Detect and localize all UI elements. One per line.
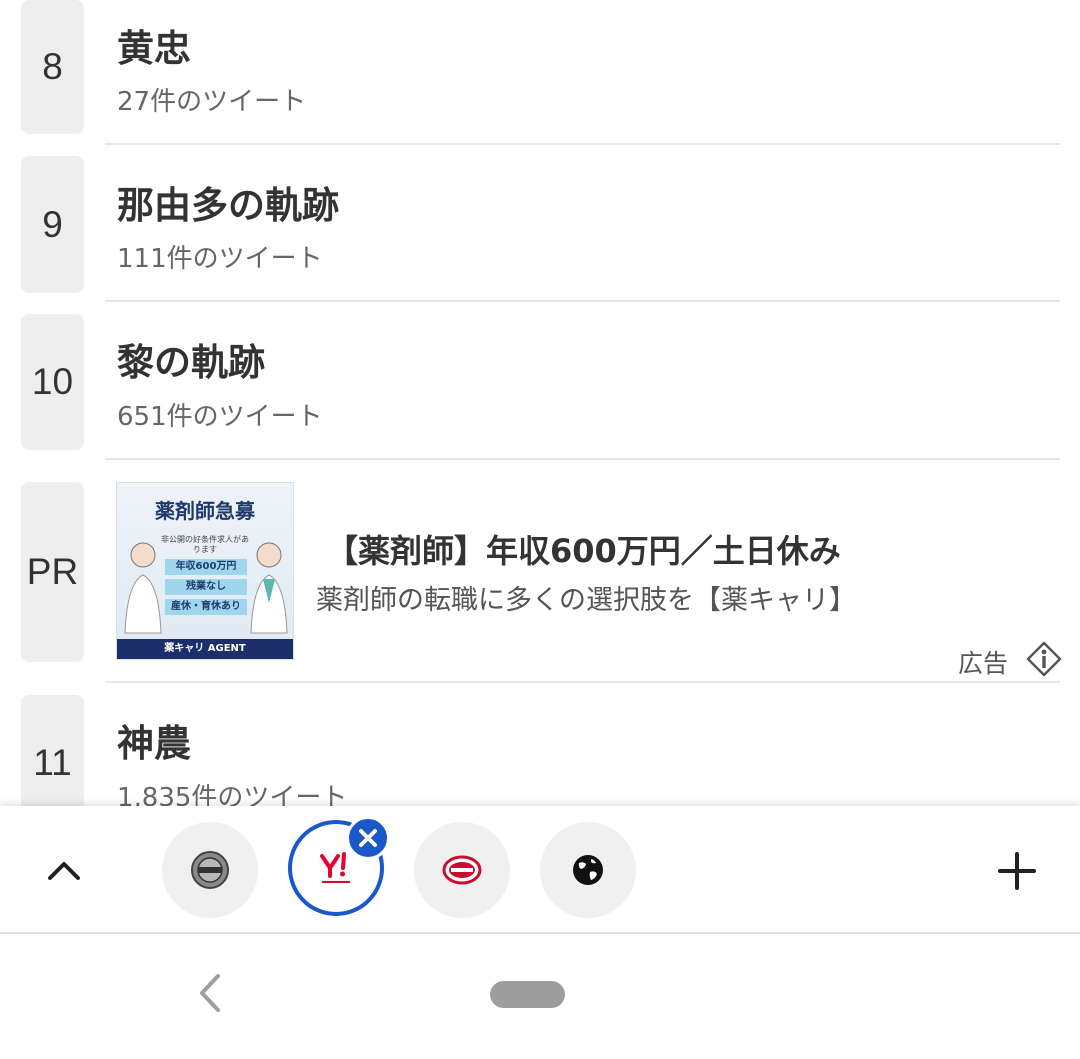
ad-image-brand: 薬キャリ AGENT	[117, 639, 293, 659]
trend-list: 8 黄忠 27件のツイート 9 那由多の軌跡 111件のツイート 10 黎の軌跡…	[0, 0, 1080, 806]
ad-label: 広告	[958, 649, 1009, 678]
tab-bar	[0, 806, 1080, 934]
chevron-up-icon[interactable]	[38, 850, 90, 890]
ad-headline[interactable]: 【薬剤師】年収600万円／土日休み	[326, 526, 841, 572]
tab-web[interactable]	[540, 822, 636, 918]
trend-rank: 11	[21, 695, 84, 806]
globe-icon	[573, 855, 603, 885]
trend-count: 651件のツイート	[117, 402, 323, 432]
trend-rank: 10	[21, 314, 84, 450]
home-gesture-pill[interactable]	[490, 981, 565, 1008]
trend-item[interactable]: 9 那由多の軌跡 111件のツイート	[0, 145, 1080, 302]
trend-count: 27件のツイート	[117, 87, 307, 117]
kisco-logo-icon	[442, 855, 482, 885]
gamecity-logo-icon	[191, 851, 229, 889]
trend-rank: 9	[21, 156, 84, 293]
trend-title: 神農	[117, 722, 191, 765]
pharmacist-illustration	[124, 542, 288, 634]
trend-title: 那由多の軌跡	[117, 184, 339, 227]
add-tab-button[interactable]	[992, 846, 1042, 896]
close-tab-button[interactable]	[346, 816, 390, 860]
trend-title: 黄忠	[117, 27, 191, 70]
trend-rank: 8	[21, 0, 84, 134]
trend-count: 111件のツイート	[117, 244, 323, 274]
tab-gamecity-site[interactable]	[162, 822, 258, 918]
tab-kisco[interactable]	[414, 822, 510, 918]
ad-image[interactable]: 薬剤師急募 非公開の好条件求人があります 年収600万円 残業なし 産休・育休あ…	[116, 482, 294, 660]
close-icon	[359, 829, 377, 847]
ad-description: 薬剤師の転職に多くの選択肢を【薬キャリ】	[316, 585, 856, 616]
ad-info-icon[interactable]	[1026, 641, 1062, 677]
trend-item[interactable]: 11 神農 1,835件のツイート	[0, 683, 1080, 806]
back-nav-icon[interactable]	[190, 970, 230, 1016]
trend-item[interactable]: 8 黄忠 27件のツイート	[0, 0, 1080, 145]
trend-count: 1,835件のツイート	[117, 783, 348, 806]
ad-rank: PR	[21, 482, 84, 662]
trend-title: 黎の軌跡	[117, 341, 265, 384]
trend-item[interactable]: 10 黎の軌跡 651件のツイート	[0, 302, 1080, 460]
